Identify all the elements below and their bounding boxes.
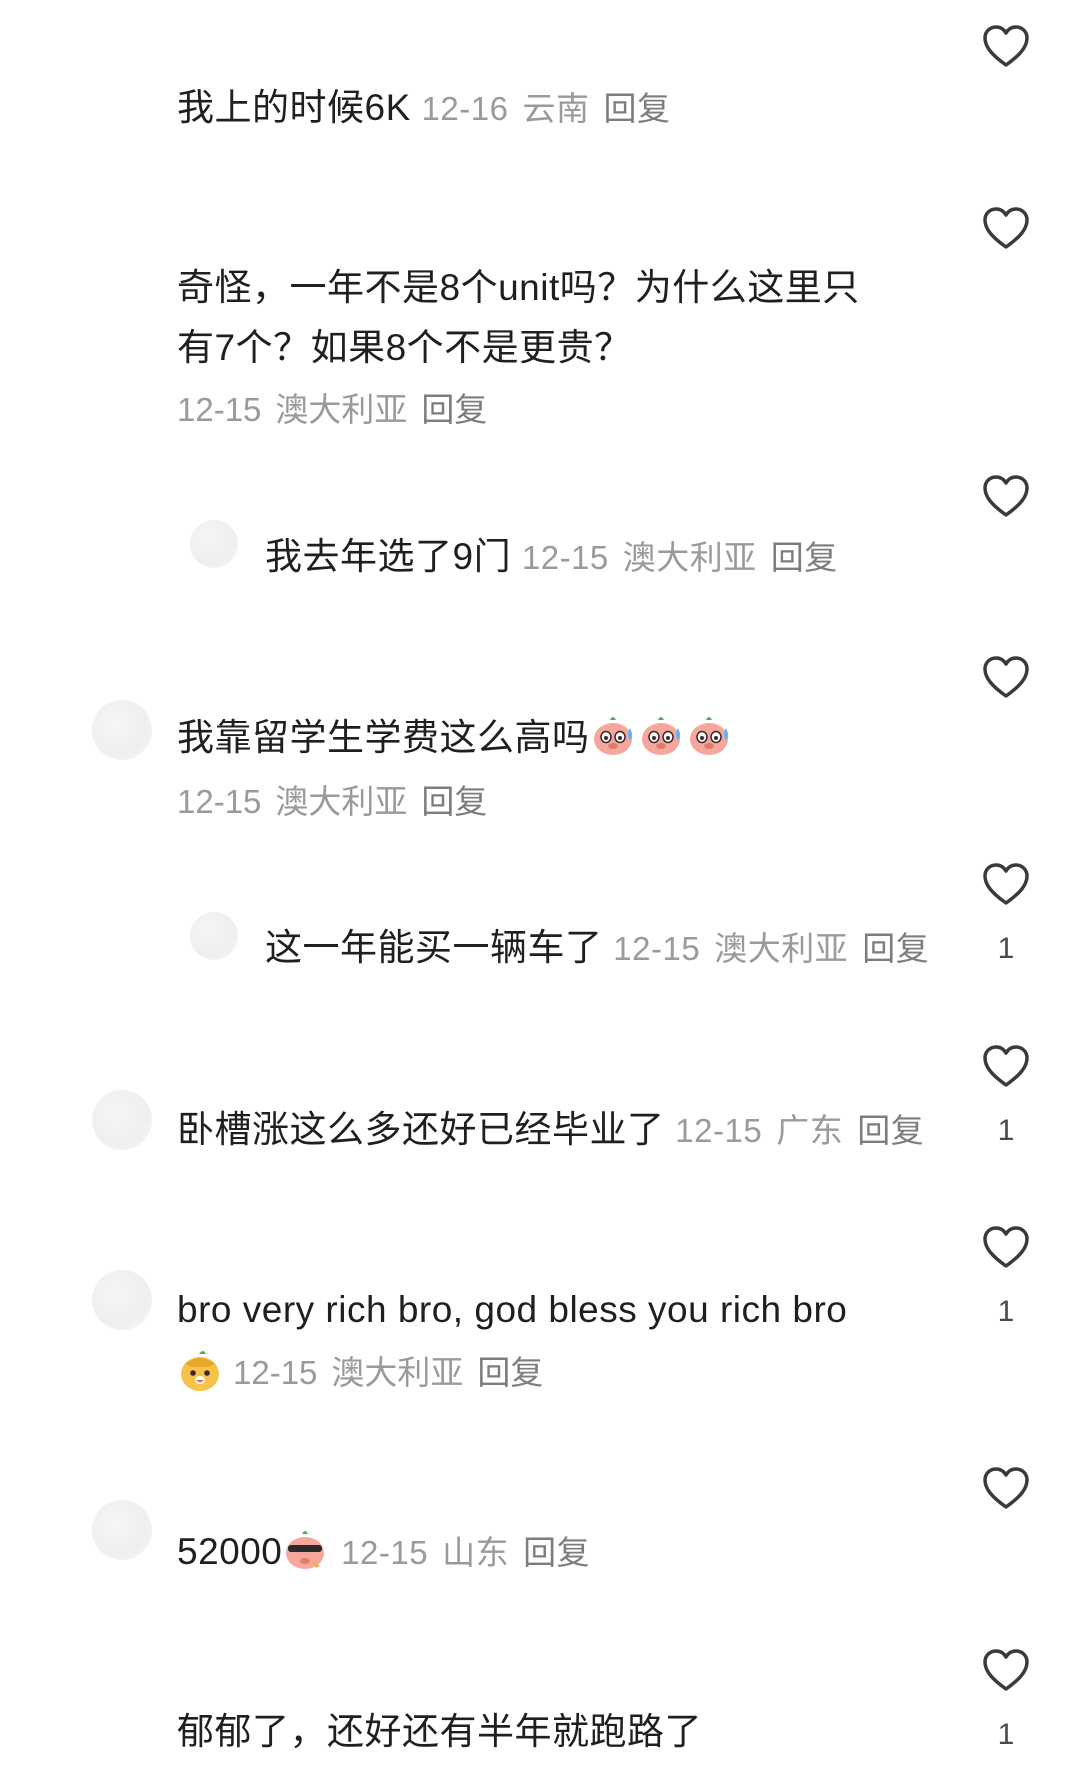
comment-meta: 12-15 澳大利亚 回复 (177, 1348, 557, 1395)
comment-text-line: 有7个？如果8个不是更贵？ (177, 327, 632, 368)
avatar[interactable] (190, 912, 238, 960)
reply-button[interactable]: 回复 (857, 1112, 924, 1149)
comment-text: 我去年选了9门 (265, 536, 512, 577)
comment-text: 我上的时候6K (177, 87, 411, 128)
reply-button[interactable]: 回复 (477, 1354, 543, 1391)
comment-date: 12-15 (613, 930, 701, 967)
comment-text: 郁郁了，还好还有半年就跑路了 (177, 1711, 702, 1752)
reply-button[interactable]: 回复 (421, 783, 487, 820)
comment-body[interactable]: 卧槽涨这么多还好已经毕业了 12-15 广东 回复 (177, 1100, 924, 1161)
comment-location: 澳大利亚 (275, 391, 408, 428)
like-count: 1 (997, 1718, 1015, 1751)
reply-button[interactable]: 回复 (603, 90, 670, 127)
comment-body[interactable]: 郁郁了，还好还有半年就跑路了 (177, 1702, 702, 1762)
comment-location: 澳大利亚 (714, 930, 849, 967)
like-button[interactable]: 1 (980, 862, 1032, 966)
comment-location: 山东 (442, 1534, 510, 1571)
avatar[interactable] (92, 1270, 152, 1330)
avatar[interactable] (92, 1090, 152, 1150)
comment-body[interactable]: 我上的时候6K 12-16 云南 回复 (177, 78, 670, 139)
comment-meta: 12-16 云南 回复 (422, 90, 671, 127)
comment-date: 12-15 (177, 391, 262, 428)
like-button[interactable] (980, 474, 1032, 518)
avatar[interactable] (92, 1500, 152, 1560)
cool-pig-emoji (286, 1531, 325, 1569)
comment-text: 我靠留学生学费这么高吗 (177, 717, 590, 758)
comment-body[interactable]: 我去年选了9门 12-15 澳大利亚 回复 (265, 527, 838, 588)
comment-body[interactable]: bro very rich bro, god bless you rich br… (177, 1280, 847, 1340)
comment-meta: 12-15 澳大利亚 回复 (613, 930, 929, 967)
comment-date: 12-15 (233, 1354, 318, 1391)
comment-date: 12-15 (521, 539, 609, 576)
like-button[interactable]: 1 (980, 1648, 1032, 1752)
reply-button[interactable]: 回复 (862, 930, 929, 967)
sweating-pig-emoji (593, 717, 632, 755)
comment-text: 卧槽涨这么多还好已经毕业了 (177, 1109, 665, 1150)
heart-outline-icon (983, 1467, 1029, 1509)
sweating-pig-emoji (641, 717, 680, 755)
heart-outline-icon (983, 25, 1029, 67)
comment-location: 澳大利亚 (331, 1354, 464, 1391)
comment-text: 52000 (177, 1531, 283, 1572)
comment-meta: 12-15 澳大利亚 回复 (177, 780, 501, 824)
comment-text: bro very rich bro, god bless you rich br… (177, 1289, 848, 1330)
comment-body[interactable]: 我靠留学生学费这么高吗 (177, 708, 734, 768)
like-button[interactable]: 1 (980, 1225, 1032, 1329)
comment-body[interactable]: 这一年能买一辆车了 12-15 澳大利亚 回复 (265, 918, 929, 979)
avatar[interactable] (92, 700, 152, 760)
comment-meta: 12-15 广东 回复 (675, 1112, 924, 1149)
comment-date: 12-16 (421, 90, 509, 127)
comment-date: 12-15 (341, 1534, 429, 1571)
heart-outline-icon (983, 207, 1029, 249)
comment-location: 澳大利亚 (275, 783, 408, 820)
comment-text: 这一年能买一辆车了 (265, 927, 603, 968)
like-button[interactable] (980, 655, 1032, 699)
reply-button[interactable]: 回复 (523, 1534, 590, 1571)
like-button[interactable]: 1 (980, 1044, 1032, 1148)
heart-outline-icon (983, 1649, 1029, 1691)
heart-outline-icon (983, 1226, 1029, 1268)
like-button[interactable] (980, 24, 1032, 94)
comment-meta: 12-15 山东 回复 (341, 1534, 590, 1571)
avatar[interactable] (190, 520, 238, 568)
like-button[interactable] (980, 206, 1032, 250)
comment-body[interactable]: 奇怪，一年不是8个unit吗？为什么这里只 有7个？如果8个不是更贵？ (177, 258, 860, 378)
comment-location: 云南 (522, 90, 590, 127)
heart-outline-icon (983, 863, 1029, 905)
heart-outline-icon (983, 656, 1029, 698)
like-count: 1 (997, 1295, 1015, 1328)
comment-date: 12-15 (675, 1112, 763, 1149)
comment-meta: 12-15 澳大利亚 回复 (522, 539, 838, 576)
like-count: 1 (997, 932, 1015, 965)
reply-button[interactable]: 回复 (421, 391, 487, 428)
comment-text-line: 奇怪，一年不是8个unit吗？为什么这里只 (177, 267, 860, 308)
heart-outline-icon (983, 475, 1029, 517)
heart-outline-icon (983, 1045, 1029, 1087)
comment-date: 12-15 (177, 783, 262, 820)
comment-body[interactable]: 52000 12-15 山东 回复 (177, 1522, 590, 1583)
reply-button[interactable]: 回复 (771, 539, 838, 576)
comment-meta: 12-15 澳大利亚 回复 (177, 388, 501, 432)
happy-face-emoji (181, 1351, 219, 1391)
like-count: 1 (997, 1114, 1015, 1147)
like-button[interactable] (980, 1466, 1032, 1510)
comment-location: 澳大利亚 (622, 539, 757, 576)
comment-location: 广东 (776, 1112, 844, 1149)
sweating-pig-emoji (689, 717, 728, 755)
